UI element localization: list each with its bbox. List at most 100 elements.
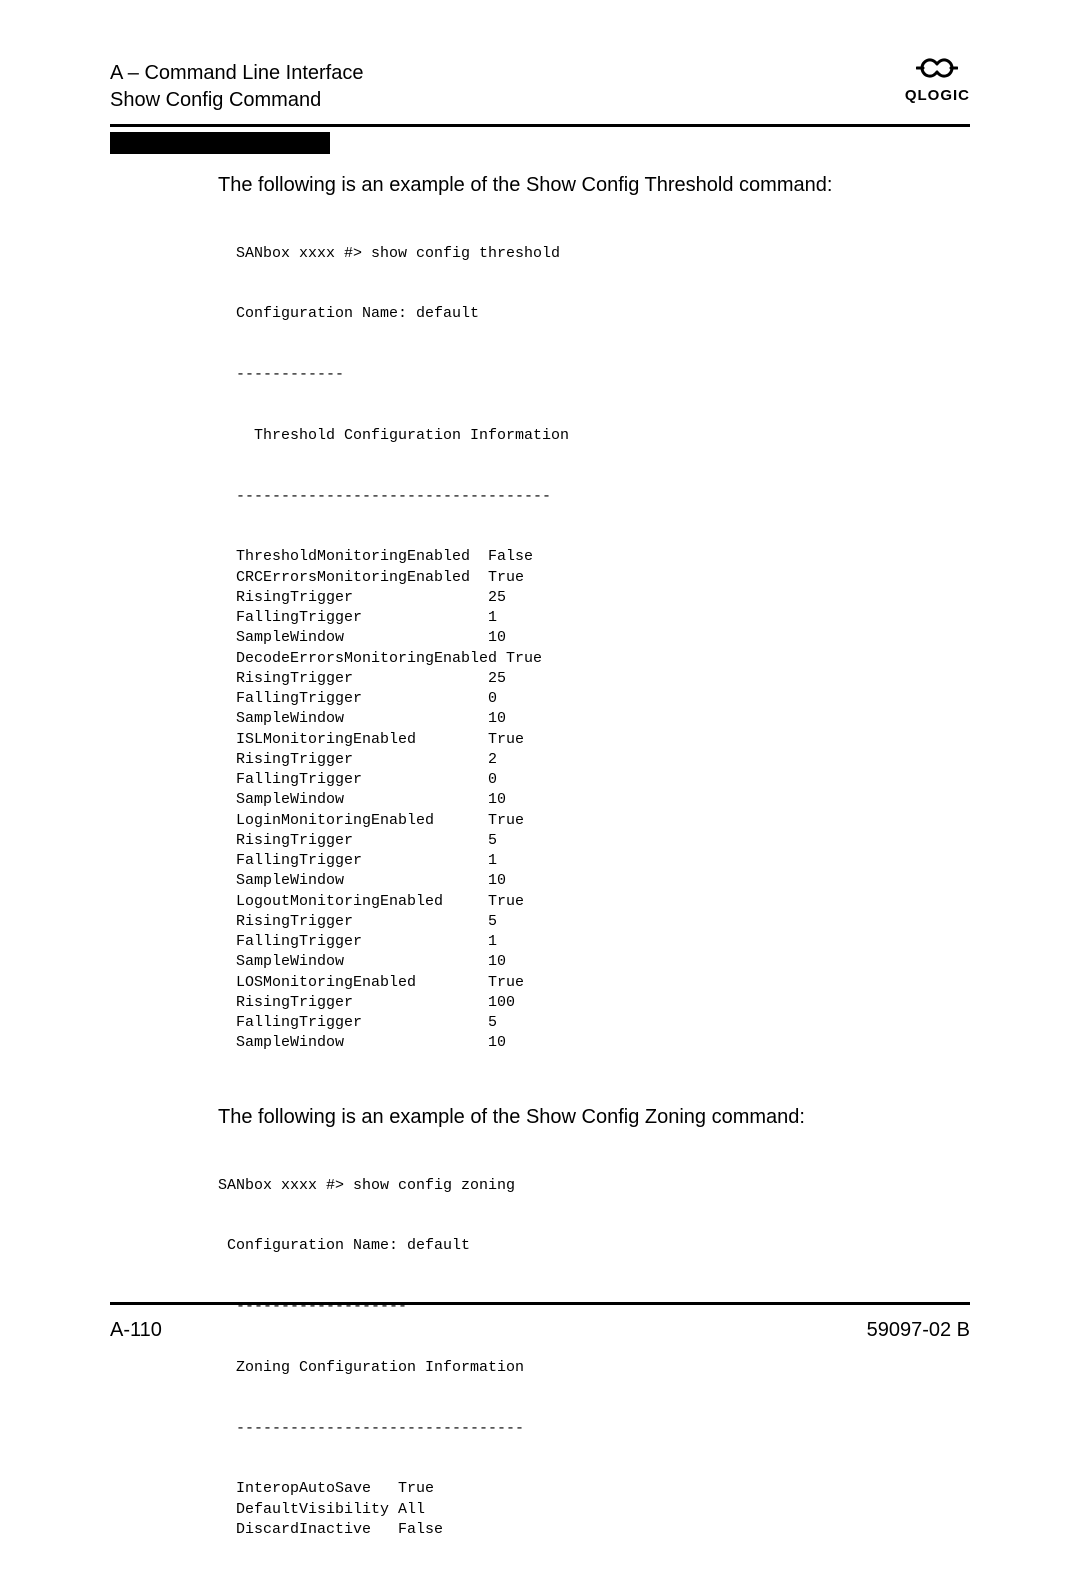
- threshold-conf-name: Configuration Name: default: [236, 304, 970, 324]
- row-value: False: [398, 1521, 443, 1538]
- table-row: RisingTrigger5: [236, 831, 970, 851]
- table-row: SampleWindow10: [236, 1033, 970, 1053]
- row-value: 2: [488, 751, 497, 768]
- row-key: CRCErrorsMonitoringEnabled: [236, 568, 488, 588]
- table-row: SampleWindow10: [236, 871, 970, 891]
- table-row: CRCErrorsMonitoringEnabledTrue: [236, 568, 970, 588]
- header-tab: [110, 132, 330, 154]
- table-row: FallingTrigger1: [236, 608, 970, 628]
- row-key: SampleWindow: [236, 1033, 488, 1053]
- row-key: SampleWindow: [236, 628, 488, 648]
- row-value: 10: [488, 791, 506, 808]
- table-row: DiscardInactiveFalse: [218, 1520, 970, 1540]
- row-key: LogoutMonitoringEnabled: [236, 892, 488, 912]
- page-content: The following is an example of the Show …: [218, 174, 970, 1581]
- row-value: 1: [488, 933, 497, 950]
- row-value: 5: [488, 1014, 497, 1031]
- doc-number: 59097-02 B: [867, 1319, 970, 1342]
- threshold-dash-b: -----------------------------------: [236, 487, 970, 507]
- zoning-conf-name: Configuration Name: default: [218, 1236, 970, 1256]
- row-key: FallingTrigger: [236, 932, 488, 952]
- header-line-2: Show Config Command: [110, 87, 363, 114]
- row-key: SampleWindow: [236, 952, 488, 972]
- header-rule: [110, 124, 970, 127]
- row-key: ISLMonitoringEnabled: [236, 730, 488, 750]
- threshold-cmd: SANbox xxxx #> show config threshold: [236, 244, 970, 264]
- table-row: RisingTrigger25: [236, 588, 970, 608]
- table-row: SampleWindow10: [236, 709, 970, 729]
- table-row: SampleWindow10: [236, 628, 970, 648]
- table-row: InteropAutoSaveTrue: [218, 1479, 970, 1499]
- table-row: RisingTrigger5: [236, 912, 970, 932]
- table-row: DefaultVisibilityAll: [218, 1500, 970, 1520]
- row-key: FallingTrigger: [236, 851, 488, 871]
- footer-rule: [110, 1302, 970, 1305]
- brand-name: QLOGIC: [905, 87, 970, 104]
- row-value: True: [488, 974, 524, 991]
- row-key: SampleWindow: [236, 871, 488, 891]
- row-key: RisingTrigger: [236, 588, 488, 608]
- table-row: DecodeErrorsMonitoringEnabled True: [236, 649, 970, 669]
- row-value: True: [488, 569, 524, 586]
- row-key: FallingTrigger: [236, 608, 488, 628]
- threshold-dash-a: ------------: [236, 365, 970, 385]
- row-value: False: [488, 548, 533, 565]
- row-value: 10: [488, 629, 506, 646]
- row-value: 10: [488, 1034, 506, 1051]
- header-title-block: A – Command Line Interface Show Config C…: [110, 60, 363, 114]
- row-value: 10: [488, 710, 506, 727]
- row-key: LOSMonitoringEnabled: [236, 973, 488, 993]
- row-value: True: [488, 731, 524, 748]
- table-row: RisingTrigger2: [236, 750, 970, 770]
- table-row: FallingTrigger1: [236, 851, 970, 871]
- row-value: 10: [488, 872, 506, 889]
- row-key: DefaultVisibility: [236, 1500, 398, 1520]
- table-row: FallingTrigger5: [236, 1013, 970, 1033]
- row-key: LoginMonitoringEnabled: [236, 811, 488, 831]
- row-value: True: [398, 1480, 434, 1497]
- zoning-title: Zoning Configuration Information: [218, 1358, 970, 1378]
- row-key: RisingTrigger: [236, 669, 488, 689]
- table-row: FallingTrigger1: [236, 932, 970, 952]
- header-line-1: A – Command Line Interface: [110, 60, 363, 87]
- threshold-terminal: SANbox xxxx #> show config threshold Con…: [236, 203, 970, 1094]
- row-value: 1: [488, 852, 497, 869]
- table-row: SampleWindow10: [236, 790, 970, 810]
- row-value: True: [488, 812, 524, 829]
- row-key: DiscardInactive: [236, 1520, 398, 1540]
- threshold-title: Threshold Configuration Information: [236, 426, 970, 446]
- table-row: FallingTrigger0: [236, 770, 970, 790]
- threshold-intro: The following is an example of the Show …: [218, 174, 970, 197]
- row-value: True: [488, 893, 524, 910]
- zoning-intro: The following is an example of the Show …: [218, 1106, 970, 1129]
- row-key: InteropAutoSave: [236, 1479, 398, 1499]
- table-row: RisingTrigger100: [236, 993, 970, 1013]
- zoning-terminal: SANbox xxxx #> show config zoning Config…: [218, 1135, 970, 1581]
- row-key: ThresholdMonitoringEnabled: [236, 547, 488, 567]
- table-row: ISLMonitoringEnabledTrue: [236, 730, 970, 750]
- table-row: FallingTrigger0: [236, 689, 970, 709]
- page-header: A – Command Line Interface Show Config C…: [110, 60, 970, 114]
- qlogic-glyph-icon: [916, 56, 958, 80]
- table-row: LOSMonitoringEnabledTrue: [236, 973, 970, 993]
- row-key: SampleWindow: [236, 790, 488, 810]
- row-value: 1: [488, 609, 497, 626]
- row-value: 25: [488, 670, 506, 687]
- row-key: RisingTrigger: [236, 912, 488, 932]
- row-value: 0: [488, 690, 497, 707]
- row-value: 10: [488, 953, 506, 970]
- row-key: FallingTrigger: [236, 1013, 488, 1033]
- table-row: LogoutMonitoringEnabledTrue: [236, 892, 970, 912]
- row-key: RisingTrigger: [236, 993, 488, 1013]
- zoning-cmd: SANbox xxxx #> show config zoning: [218, 1176, 970, 1196]
- row-value: All: [398, 1501, 425, 1518]
- zoning-dash-b: --------------------------------: [218, 1419, 970, 1439]
- table-row: SampleWindow10: [236, 952, 970, 972]
- row-value: 0: [488, 771, 497, 788]
- row-key: FallingTrigger: [236, 770, 488, 790]
- page-number: A-110: [110, 1319, 162, 1342]
- row-value: 5: [488, 913, 497, 930]
- row-key: RisingTrigger: [236, 831, 488, 851]
- row-key: SampleWindow: [236, 709, 488, 729]
- table-row: RisingTrigger25: [236, 669, 970, 689]
